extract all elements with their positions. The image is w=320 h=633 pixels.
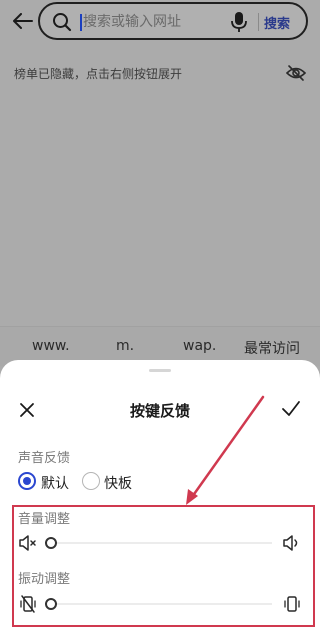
vibration-slider-thumb[interactable]: [45, 598, 57, 610]
drag-handle[interactable]: [149, 369, 171, 372]
quick-key-www[interactable]: www.: [32, 338, 70, 354]
check-icon[interactable]: [281, 400, 301, 418]
radio-allegro-label[interactable]: 快板: [104, 473, 132, 493]
search-box[interactable]: 搜索: [38, 2, 308, 40]
volume-slider-thumb[interactable]: [45, 537, 57, 549]
quick-key-wap[interactable]: wap.: [183, 338, 216, 354]
back-button[interactable]: [12, 10, 34, 32]
vibrate-icon: [284, 596, 300, 612]
search-icon: [53, 13, 72, 32]
radio-default[interactable]: [18, 472, 36, 490]
vibration-slider-track[interactable]: [50, 603, 272, 605]
search-divider: [258, 13, 259, 31]
quick-key-m[interactable]: m.: [116, 338, 134, 354]
radio-default-label[interactable]: 默认: [41, 473, 69, 493]
quick-key-most-visited[interactable]: 最常访问: [244, 338, 300, 358]
volume-mute-icon: [19, 535, 36, 551]
volume-up-icon: [283, 535, 298, 551]
search-input[interactable]: [83, 10, 223, 34]
top-bar: 搜索: [0, 0, 320, 46]
eye-hidden-icon[interactable]: [286, 64, 306, 82]
vibration-label: 振动调整: [18, 572, 71, 587]
back-arrow-icon: [13, 13, 33, 29]
key-feedback-sheet: 按键反馈 声音反馈 默认 快板 音量调整 振动调整: [0, 360, 320, 633]
ranking-hidden-notice: 榜单已隐藏，点击右侧按钮展开: [14, 67, 183, 81]
volume-slider-track[interactable]: [50, 542, 272, 544]
search-button[interactable]: 搜索: [264, 13, 290, 32]
mic-icon[interactable]: [229, 11, 249, 33]
vibrate-off-icon: [20, 595, 36, 613]
radio-allegro[interactable]: [82, 472, 100, 490]
volume-label: 音量调整: [18, 512, 71, 527]
sound-feedback-label: 声音反馈: [18, 451, 71, 466]
sheet-title: 按键反馈: [129, 402, 190, 420]
text-cursor: [80, 14, 82, 31]
